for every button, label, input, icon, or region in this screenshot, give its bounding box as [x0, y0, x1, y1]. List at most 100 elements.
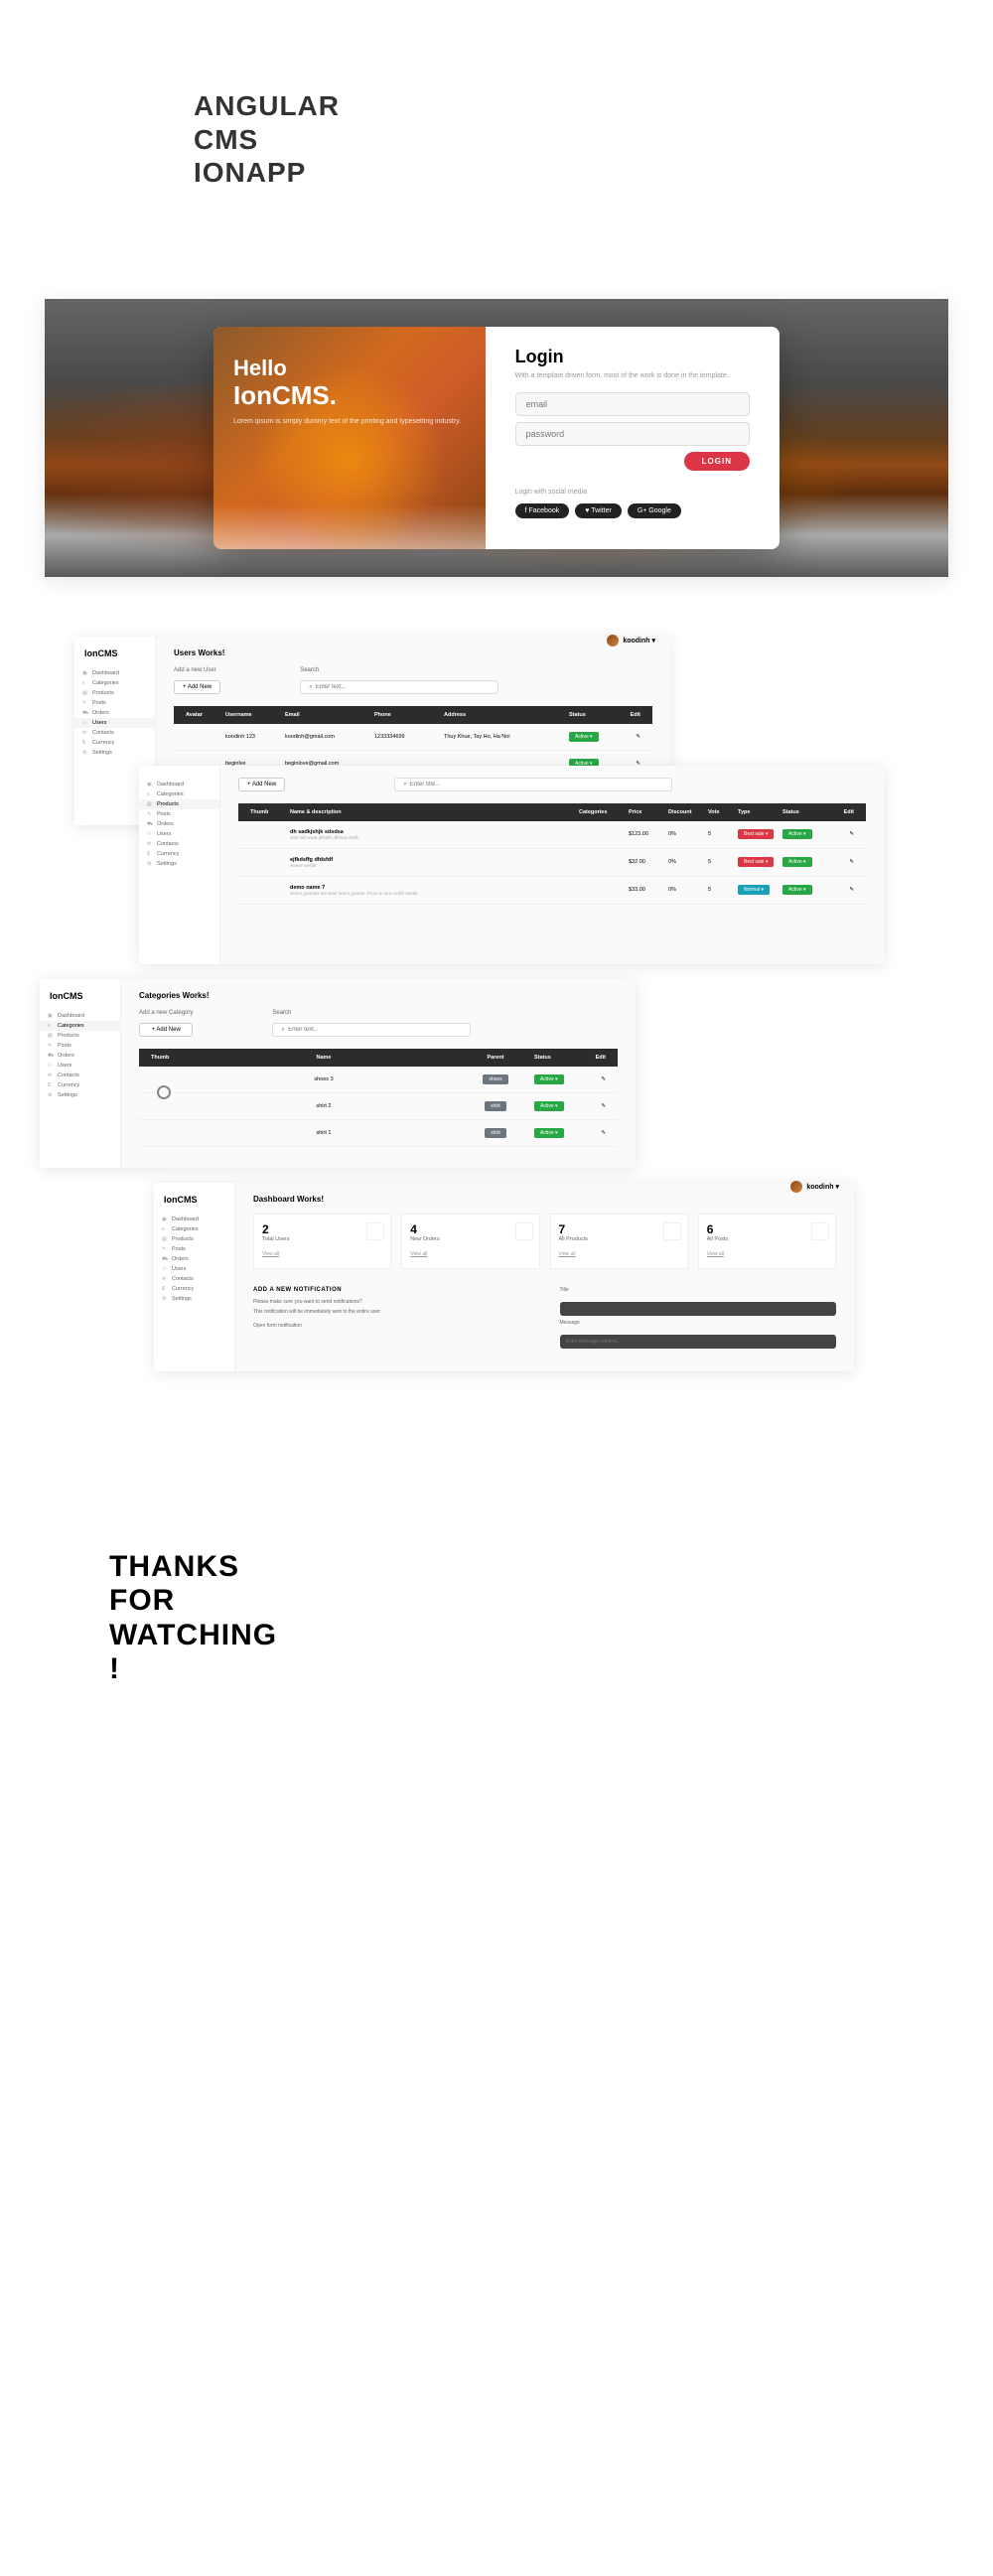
orders-icon: ⛟	[147, 821, 153, 827]
edit-icon[interactable]: ✎	[849, 887, 854, 893]
type-badge[interactable]: Best sale ▾	[738, 857, 774, 867]
sidebar-item-products[interactable]: ▤Products	[40, 1031, 120, 1041]
login-hero-panel: Hello IonCMS. Lorem ipsum is simply dumm…	[213, 327, 486, 549]
sidebar-item-orders[interactable]: ⛟Orders	[74, 708, 155, 718]
status-badge[interactable]: Active ▾	[782, 857, 812, 867]
edit-icon[interactable]: ✎	[849, 859, 854, 865]
sidebar-item-users[interactable]: ⚇Users	[74, 718, 155, 728]
google-button[interactable]: G+ Google	[628, 503, 681, 518]
sidebar-item-orders[interactable]: ⛟Orders	[139, 819, 219, 829]
sidebar-item-products[interactable]: ▤Products	[139, 799, 219, 809]
settings-icon: ⚙	[147, 861, 153, 867]
status-badge[interactable]: Active ▾	[534, 1101, 564, 1111]
add-category-label: Add a new Category	[139, 1010, 193, 1016]
users-stat-icon	[366, 1222, 384, 1240]
brand-text: IonCMS.	[233, 380, 466, 411]
table-row: shoes 3shoesActive ▾✎	[139, 1067, 618, 1093]
edit-icon[interactable]: ✎	[601, 1103, 606, 1109]
categories-title: Categories Works!	[139, 991, 618, 1000]
sidebar-item-contacts[interactable]: ✉Contacts	[154, 1274, 234, 1284]
sidebar-item-categories[interactable]: ≡Categories	[139, 789, 219, 799]
sidebar-item-currency[interactable]: $Currency	[74, 738, 155, 748]
dashboard-title: Dashboard Works!	[253, 1195, 836, 1204]
sidebar-item-settings[interactable]: ⚙Settings	[40, 1090, 120, 1100]
email-field[interactable]	[515, 392, 750, 416]
login-section: Hello IonCMS. Lorem ipsum is simply dumm…	[45, 299, 948, 577]
search-input[interactable]	[272, 1023, 471, 1037]
search-input[interactable]	[394, 778, 672, 791]
status-badge[interactable]: Active ▾	[782, 829, 812, 839]
open-form-link[interactable]: Open form notification	[253, 1323, 530, 1329]
settings-icon: ⚙	[82, 750, 88, 756]
status-badge[interactable]: Active ▾	[569, 732, 599, 742]
add-product-button[interactable]: + Add New	[238, 778, 285, 791]
notif-title-input[interactable]	[560, 1302, 837, 1316]
sidebar-item-currency[interactable]: $Currency	[40, 1080, 120, 1090]
sidebar: ▣Dashboard ≡Categories ▤Products ✎Posts …	[139, 766, 220, 964]
users-icon: ⚇	[82, 720, 88, 726]
sidebar-item-contacts[interactable]: ✉Contacts	[74, 728, 155, 738]
stat-posts: 6All PostsView all	[698, 1214, 836, 1269]
type-badge[interactable]: Best sale ▾	[738, 829, 774, 839]
sidebar-item-dashboard[interactable]: ▣Dashboard	[139, 780, 219, 789]
status-badge[interactable]: Active ▾	[534, 1074, 564, 1084]
thanks-line-3: WATCHING	[109, 1619, 993, 1653]
notif-message-input[interactable]	[560, 1335, 837, 1349]
user-menu[interactable]: koodinh ▾	[790, 1181, 839, 1193]
login-button[interactable]: LOGIN	[684, 452, 750, 471]
sidebar-item-currency[interactable]: $Currency	[139, 849, 219, 859]
password-field[interactable]	[515, 422, 750, 446]
settings-icon: ⚙	[48, 1092, 54, 1098]
table-row: koodinh 123koodinh@gmail.com1233334699Th…	[174, 724, 652, 751]
products-table-header: ThumbName & descriptionCategoriesPriceDi…	[238, 803, 866, 821]
sidebar-item-users[interactable]: ⚇Users	[40, 1061, 120, 1071]
search-input[interactable]	[300, 680, 498, 694]
sidebar-item-posts[interactable]: ✎Posts	[40, 1041, 120, 1051]
users-table-header: AvatarUsernameEmailPhoneAddressStatusEdi…	[174, 706, 652, 724]
edit-icon[interactable]: ✎	[601, 1130, 606, 1136]
sidebar-item-products[interactable]: ▤Products	[154, 1234, 234, 1244]
view-all-link[interactable]: View all	[410, 1251, 427, 1257]
sidebar-item-dashboard[interactable]: ▣Dashboard	[40, 1011, 120, 1021]
type-badge[interactable]: Normal ▾	[738, 885, 770, 895]
sidebar-item-products[interactable]: ▤Products	[74, 688, 155, 698]
twitter-button[interactable]: ♥ Twitter	[575, 503, 622, 518]
sidebar-item-categories[interactable]: ≡Categories	[40, 1021, 120, 1031]
parent-badge: shoes	[483, 1074, 507, 1084]
edit-icon[interactable]: ✎	[601, 1076, 606, 1082]
add-category-button[interactable]: + Add New	[139, 1023, 193, 1037]
add-user-button[interactable]: + Add New	[174, 680, 220, 694]
sidebar-item-settings[interactable]: ⚙Settings	[154, 1294, 234, 1304]
sidebar-item-settings[interactable]: ⚙Settings	[74, 748, 155, 758]
users-icon: ⚇	[48, 1063, 54, 1069]
orders-icon: ⛟	[82, 710, 88, 716]
sidebar-item-currency[interactable]: $Currency	[154, 1284, 234, 1294]
sidebar-item-users[interactable]: ⚇Users	[139, 829, 219, 839]
notification-section: ADD A NEW NOTIFICATION Please make sure …	[253, 1287, 836, 1353]
status-badge[interactable]: Active ▾	[782, 885, 812, 895]
view-all-link[interactable]: View all	[707, 1251, 724, 1257]
sidebar-item-dashboard[interactable]: ▣Dashboard	[74, 668, 155, 678]
view-all-link[interactable]: View all	[262, 1251, 279, 1257]
sidebar-item-orders[interactable]: ⛟Orders	[40, 1051, 120, 1061]
sidebar-item-contacts[interactable]: ✉Contacts	[139, 839, 219, 849]
view-all-link[interactable]: View all	[559, 1251, 576, 1257]
sidebar-item-posts[interactable]: ✎Posts	[154, 1244, 234, 1254]
edit-icon[interactable]: ✎	[849, 831, 854, 837]
categories-icon: ≡	[162, 1226, 168, 1232]
sidebar-item-categories[interactable]: ≡Categories	[74, 678, 155, 688]
sidebar-item-users[interactable]: ⚇Users	[154, 1264, 234, 1274]
sidebar-item-settings[interactable]: ⚙Settings	[139, 859, 219, 869]
sidebar-item-categories[interactable]: ≡Categories	[154, 1224, 234, 1234]
dashboard-icon: ▣	[82, 670, 88, 676]
edit-icon[interactable]: ✎	[636, 734, 640, 740]
status-badge[interactable]: Active ▾	[534, 1128, 564, 1138]
sidebar-item-dashboard[interactable]: ▣Dashboard	[154, 1215, 234, 1224]
sidebar-item-orders[interactable]: ⛟Orders	[154, 1254, 234, 1264]
sidebar-item-contacts[interactable]: ✉Contacts	[40, 1071, 120, 1080]
users-icon: ⚇	[147, 831, 153, 837]
sidebar-item-posts[interactable]: ✎Posts	[74, 698, 155, 708]
facebook-button[interactable]: f Facebook	[515, 503, 570, 518]
sidebar-item-posts[interactable]: ✎Posts	[139, 809, 219, 819]
user-menu[interactable]: koodinh ▾	[607, 635, 655, 646]
